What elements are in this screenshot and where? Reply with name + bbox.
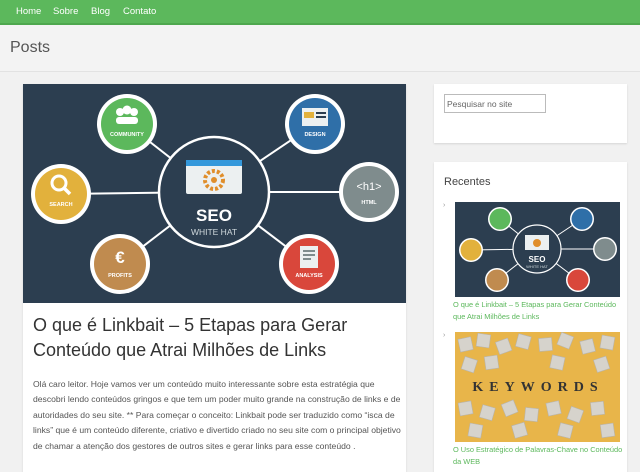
seo-center-subtitle: WHITE HAT (191, 227, 237, 237)
svg-text:PROFITS: PROFITS (108, 273, 132, 279)
recent-posts-widget: Recentes › SEO WHITE HAT O que é Linkbai… (434, 162, 627, 472)
page-header: Posts (0, 25, 640, 72)
recent-post-thumbnail-seo[interactable]: SEO WHITE HAT (455, 202, 620, 297)
svg-text:WHITE HAT: WHITE HAT (526, 264, 548, 269)
h1-tag-icon: <h1> (356, 181, 381, 193)
recent-post-link-keywords[interactable]: O Uso Estratégico de Palavras-Chave no C… (453, 444, 623, 468)
keywords-word: KEYWORDS (472, 380, 603, 395)
recent-post-link-linkbait[interactable]: O que é Linkbait – 5 Etapas para Gerar C… (453, 299, 623, 323)
post-card: SEO WHITE HAT COMMUNITY DESIGN SEARCH <h… (23, 84, 406, 472)
design-node: DESIGN (285, 94, 345, 154)
svg-text:SEARCH: SEARCH (49, 202, 72, 208)
search-input[interactable] (444, 94, 546, 113)
chevron-right-icon: › (443, 202, 446, 209)
page-title: Posts (10, 39, 51, 56)
search-widget (434, 84, 627, 143)
recent-post-thumbnail-keywords[interactable]: KEYWORDS (455, 332, 620, 442)
recent-posts-title: Recentes (444, 176, 491, 188)
svg-text:SEO: SEO (529, 255, 546, 264)
post-excerpt: Olá caro leitor. Hoje vamos ver um conte… (33, 379, 401, 451)
svg-text:HTML: HTML (361, 200, 377, 206)
post-featured-image[interactable]: SEO WHITE HAT COMMUNITY DESIGN SEARCH <h… (23, 84, 406, 303)
svg-text:ANALYSIS: ANALYSIS (295, 273, 323, 279)
svg-text:COMMUNITY: COMMUNITY (110, 132, 144, 138)
nav-link-sobre[interactable]: Sobre (53, 6, 78, 17)
chevron-right-icon: › (443, 332, 446, 339)
profits-node: € PROFITS (90, 234, 150, 294)
seo-center-title: SEO (196, 206, 232, 225)
community-node: COMMUNITY (97, 94, 157, 154)
nav-link-home[interactable]: Home (16, 6, 41, 17)
nav-link-contato[interactable]: Contato (123, 6, 156, 17)
report-icon (300, 246, 318, 268)
euro-icon: € (115, 248, 125, 267)
top-navigation-bar: Home Sobre Blog Contato (0, 0, 640, 25)
nav-link-blog[interactable]: Blog (91, 6, 110, 17)
html-node: <h1> HTML (339, 162, 399, 222)
post-title-link[interactable]: O que é Linkbait – 5 Etapas para Gerar C… (33, 313, 393, 363)
analysis-node: ANALYSIS (279, 234, 339, 294)
svg-text:DESIGN: DESIGN (304, 132, 325, 138)
search-node: SEARCH (31, 164, 91, 224)
